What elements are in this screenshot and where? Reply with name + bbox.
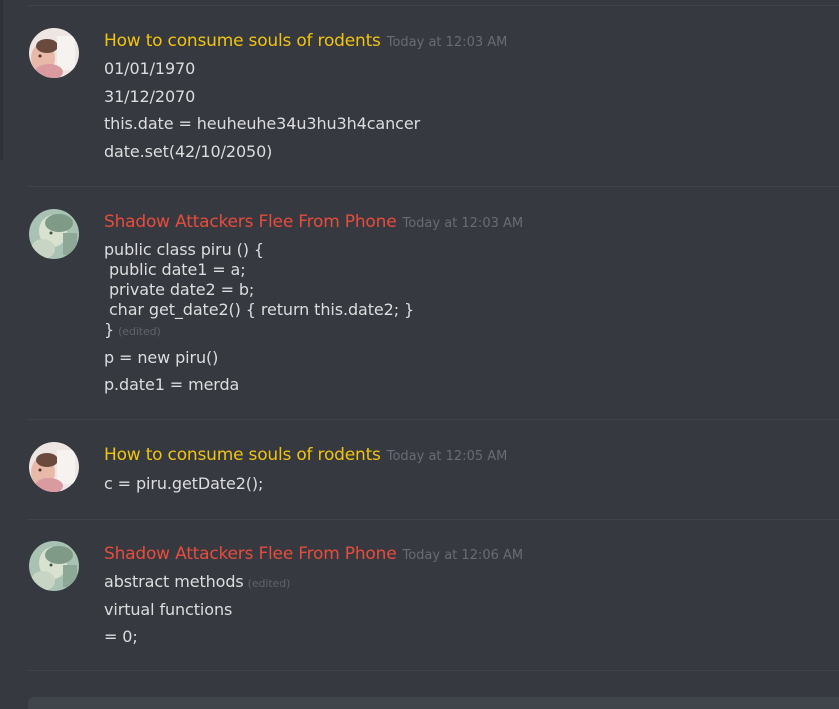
message-composer[interactable]	[28, 697, 839, 709]
edited-label: (edited)	[247, 577, 291, 590]
username[interactable]: How to consume souls of rodents	[104, 445, 381, 465]
message-line: p = new piru()	[104, 348, 219, 367]
message-header: How to consume souls of rodents Today at …	[104, 445, 507, 465]
message-header: Shadow Attackers Flee From Phone Today at…	[104, 212, 523, 232]
message-line: 31/12/2070	[104, 87, 196, 106]
anime-avatar-icon[interactable]	[29, 541, 79, 591]
message-line: abstract methods (edited)	[104, 572, 290, 591]
left-edge-panel	[0, 0, 3, 160]
message-line-text: abstract methods	[104, 572, 244, 591]
message-line: = 0;	[104, 627, 138, 646]
portrait-avatar-icon[interactable]	[29, 28, 79, 78]
message-header: Shadow Attackers Flee From Phone Today at…	[104, 544, 523, 564]
message-divider	[28, 670, 839, 671]
username[interactable]: How to consume souls of rodents	[104, 31, 381, 51]
edited-label: (edited)	[118, 325, 161, 338]
message-divider	[28, 519, 839, 520]
portrait-avatar-icon[interactable]	[29, 442, 79, 492]
message-line: date.set(42/10/2050)	[104, 142, 273, 161]
message-header: How to consume souls of rodents Today at …	[104, 31, 507, 51]
message-line: private date2 = b;	[104, 280, 255, 299]
message-line-text: }	[104, 320, 115, 339]
chat-message-list[interactable]: How to consume souls of rodents Today at …	[0, 0, 839, 709]
message-line: } (edited)	[104, 320, 161, 339]
message-line: p.date1 = merda	[104, 375, 240, 394]
message-line: this.date = heuheuhe34u3hu3h4cancer	[104, 114, 421, 133]
username[interactable]: Shadow Attackers Flee From Phone	[104, 544, 397, 564]
timestamp[interactable]: Today at 12:03 AM	[387, 35, 508, 50]
message-divider	[28, 5, 839, 6]
message-line: virtual functions	[104, 600, 233, 619]
message-line: c = piru.getDate2();	[104, 474, 264, 493]
message-line: public date1 = a;	[104, 260, 246, 279]
message-divider	[28, 419, 839, 420]
message-line: 01/01/1970	[104, 59, 196, 78]
message-line: char get_date2() { return this.date2; }	[104, 300, 415, 319]
timestamp[interactable]: Today at 12:05 AM	[387, 449, 508, 464]
timestamp[interactable]: Today at 12:03 AM	[402, 216, 523, 231]
anime-avatar-icon[interactable]	[29, 209, 79, 259]
timestamp[interactable]: Today at 12:06 AM	[402, 548, 523, 563]
message-line: public class piru () {	[104, 240, 264, 259]
message-divider	[28, 186, 839, 187]
username[interactable]: Shadow Attackers Flee From Phone	[104, 212, 397, 232]
